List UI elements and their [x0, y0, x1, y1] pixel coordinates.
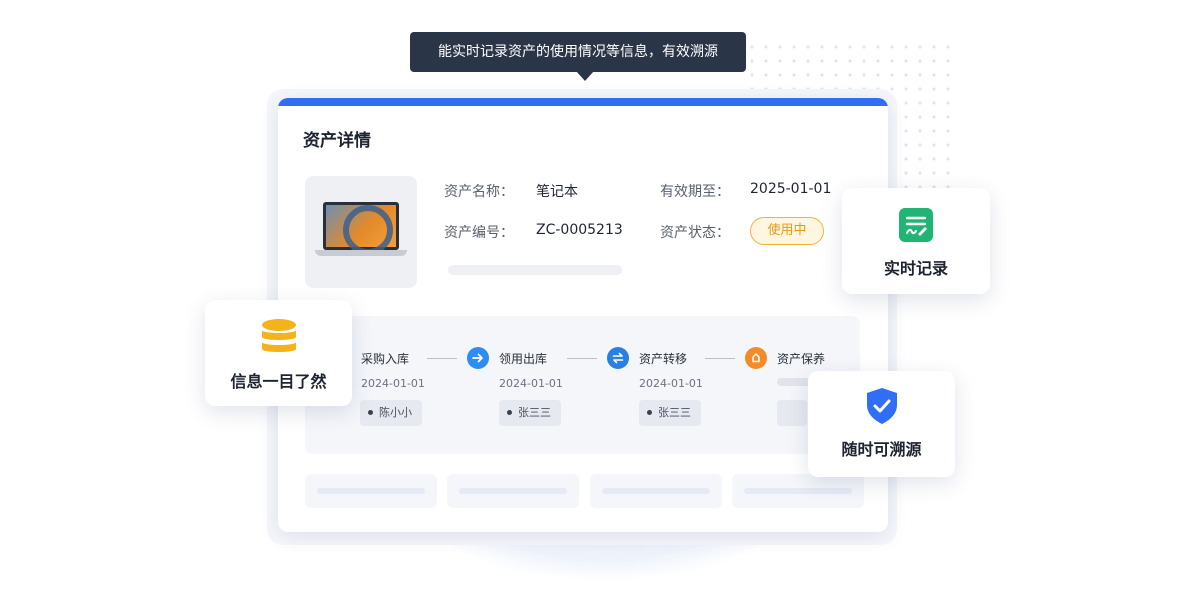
expiry-label: 有效期至： — [660, 184, 730, 200]
asset-detail-card: 资产详情 资产名称： 笔记本 有效期至： 2025-01-01 资产编号： ZC… — [278, 98, 888, 532]
timeline-step-date: 2024-01-01 — [361, 377, 425, 390]
card-accent-bar — [278, 98, 888, 106]
timeline-person-chip — [777, 400, 807, 426]
timeline-step-label: 资产保养 — [777, 352, 826, 366]
info-overview-label: 信息一目了然 — [230, 372, 327, 391]
asset-code-value: ZC-0005213 — [536, 222, 623, 238]
timeline-step-date: 2024-01-01 — [499, 377, 563, 390]
transfer-icon — [607, 347, 629, 369]
status-badge: 使用中 — [750, 217, 824, 245]
traceable-card: 随时可溯源 — [808, 371, 955, 477]
timeline-step-label: 资产转移 — [639, 352, 688, 366]
skeleton-box — [590, 474, 722, 508]
timeline-person-chip: 张三三 — [639, 400, 701, 426]
skeleton-box — [447, 474, 579, 508]
asset-name-value: 笔记本 — [536, 184, 578, 200]
timeline-person-chip: 陈小小 — [360, 400, 422, 426]
skeleton-box — [305, 474, 437, 508]
asset-image — [305, 176, 417, 288]
asset-code-label: 资产编号： — [444, 225, 514, 241]
realtime-record-label: 实时记录 — [883, 259, 948, 278]
realtime-record-card: 实时记录 — [842, 188, 990, 294]
timeline-step-date: 2024-01-01 — [639, 377, 703, 390]
arrow-right-icon — [467, 347, 489, 369]
asset-timeline: 采购入库 2024-01-01 陈小小 领用出库 2024-01-01 张三三 … — [305, 316, 860, 454]
edit-document-icon — [898, 207, 934, 243]
database-icon — [260, 318, 298, 358]
traceable-label: 随时可溯源 — [841, 440, 922, 459]
status-label: 资产状态： — [660, 225, 730, 241]
timeline-connector — [705, 358, 735, 359]
skeleton-line — [448, 265, 622, 275]
laptop-base — [315, 250, 407, 256]
laptop-icon — [323, 202, 399, 250]
tooltip: 能实时记录资产的使用情况等信息，有效溯源 — [410, 32, 746, 81]
timeline-step-label: 领用出库 — [499, 352, 548, 366]
timeline-connector — [427, 358, 457, 359]
skeleton-box — [732, 474, 864, 508]
info-overview-card: 信息一目了然 — [205, 300, 352, 406]
timeline-step-label: 采购入库 — [361, 352, 410, 366]
timeline-connector — [567, 358, 597, 359]
shield-check-icon — [864, 387, 900, 425]
maintenance-icon — [745, 347, 767, 369]
asset-name-label: 资产名称： — [444, 184, 514, 200]
timeline-person-chip: 张三三 — [499, 400, 561, 426]
card-title: 资产详情 — [303, 131, 371, 151]
expiry-value: 2025-01-01 — [750, 181, 832, 197]
